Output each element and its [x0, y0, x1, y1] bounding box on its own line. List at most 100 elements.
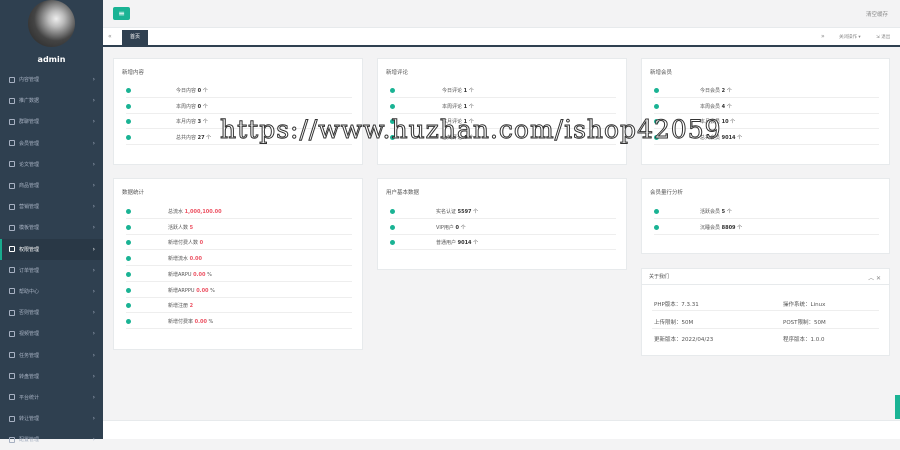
stat-row: 新增流水 0.00 — [126, 252, 352, 267]
stat-unit: 个 — [202, 88, 208, 94]
stat-label: 新增注册 — [168, 303, 189, 310]
sidebar-item[interactable]: 推广数据 › — [0, 90, 103, 111]
sidebar-item[interactable]: 群聊管理 › — [0, 111, 103, 132]
stat-unit: 个 — [737, 134, 743, 141]
sidebar-item[interactable]: 权限管理 › — [0, 238, 103, 260]
bullet-dot-icon — [126, 256, 131, 262]
about-item: 程序版本：1.0.0 — [783, 335, 825, 343]
tab-home[interactable]: 首页 — [122, 30, 148, 45]
tab-scroll-left-icon[interactable]: « — [108, 33, 112, 40]
stat-label: 普通用户 — [436, 240, 457, 246]
bullet-dot-icon — [126, 240, 131, 246]
video-icon — [9, 330, 15, 337]
stat-row: 今日内容 0 个 — [126, 84, 352, 98]
sidebar-item[interactable]: 转让管理 › — [0, 408, 103, 429]
collapse-close-icon[interactable]: ︿ ✕ — [868, 273, 881, 282]
about-value: 7.3.31 — [681, 302, 699, 308]
stat-text: 本周内容 0 个 — [176, 103, 208, 110]
gift-icon — [9, 203, 15, 210]
menu-toggle-button[interactable]: ≡ — [113, 7, 130, 20]
user-icon — [9, 140, 15, 147]
sidebar: admin 内容管理 › 推广数据 › 群聊管理 › 会员管理 › 论文管理 › 商品管理 › 营销管理… — [0, 0, 103, 443]
stat-row: VIP用户 0 个 — [390, 221, 616, 235]
sidebar-item[interactable]: 否则管理 › — [0, 302, 103, 323]
help-icon — [9, 288, 15, 295]
stat-text: 总流水 1,000,100.00 — [168, 208, 222, 215]
sidebar-item-label: 群聊管理 — [19, 119, 40, 126]
tab-scroll-right-icon[interactable]: » — [821, 33, 825, 40]
sidebar-item[interactable]: 商品管理 › — [0, 175, 103, 196]
stat-label: 新增付费人数 — [168, 240, 199, 247]
bullet-dot-icon — [126, 318, 131, 324]
stat-value: 1 — [463, 103, 468, 110]
bullet-dot-icon — [390, 88, 395, 93]
card-title: 数据统计 — [122, 190, 145, 196]
edit-icon — [9, 76, 15, 83]
about-item: 更新版本：2022/04/23 — [654, 335, 713, 343]
config-icon — [9, 436, 15, 443]
scrollbar-thumb[interactable] — [895, 395, 900, 419]
bullet-dot-icon — [390, 240, 395, 245]
stat-row: 活跃会员 5 个 — [654, 205, 879, 219]
about-label: 上传限制： — [654, 320, 682, 326]
stat-value: 10 — [721, 119, 729, 125]
settings-icon — [9, 309, 15, 316]
sidebar-item[interactable]: 平台统计 › — [0, 387, 103, 408]
chevron-right-icon: › — [92, 160, 95, 168]
card-title: 新增会员 — [650, 70, 673, 76]
stat-text: 普通用户 9014 个 — [436, 239, 478, 246]
stat-row: 本周会员 4 个 — [654, 100, 879, 114]
stat-label: 新增流水 — [168, 256, 189, 263]
stat-label: 沉睡会员 — [700, 224, 721, 231]
stat-unit: 个 — [726, 88, 732, 94]
stat-label: 新增ARPPU — [168, 287, 195, 294]
stat-value: 0 — [197, 103, 202, 110]
sidebar-item[interactable]: 内容管理 › — [0, 69, 103, 90]
new-content-card: 新增内容 今日内容 0 个本周内容 0 个本月内容 3 个总共内容 27 个 — [113, 58, 363, 165]
exit-button[interactable]: ⇲ 退出 — [876, 34, 890, 40]
sidebar-item[interactable]: 转盘管理 › — [0, 366, 103, 387]
stat-value: 0 — [197, 88, 202, 94]
stat-text: 新增付费率 0.00 % — [168, 318, 213, 325]
stat-unit: 个 — [202, 103, 208, 110]
bullet-dot-icon — [126, 271, 131, 277]
sidebar-item[interactable]: 订单管理 › — [0, 260, 103, 281]
stat-row: 实名认证 5597 个 — [390, 205, 616, 219]
sidebar-item-label: 转盘管理 — [19, 373, 40, 380]
stat-text: 活跃人数 5 — [168, 224, 193, 231]
sidebar-item[interactable]: 营销管理 › — [0, 196, 103, 217]
chevron-right-icon: › — [92, 393, 95, 401]
sidebar-item[interactable]: 任务管理 › — [0, 344, 103, 365]
stat-label: 新增付费率 — [168, 318, 194, 325]
sidebar-item[interactable]: 模板管理 › — [0, 217, 103, 238]
stat-value: 8809 — [721, 224, 736, 231]
sidebar-item[interactable]: 论文管理 › — [0, 154, 103, 175]
stat-unit: 个 — [730, 119, 736, 125]
stat-value: 2 — [189, 303, 194, 310]
avatar[interactable] — [28, 0, 75, 47]
stat-text: 新增付费人数 0 — [168, 239, 203, 246]
bullet-dot-icon — [654, 224, 659, 230]
stat-row: 新增付费率 0.00 % — [126, 315, 352, 329]
close-operations-dropdown[interactable]: 关闭操作 ▾ — [839, 34, 861, 40]
chevron-right-icon: › — [92, 351, 95, 359]
stat-value: 27 — [197, 134, 205, 141]
sidebar-item-label: 否则管理 — [19, 310, 40, 317]
tab-bar: « 首页 » 关闭操作 ▾ ⇲ 退出 — [103, 28, 900, 47]
stat-value: 5597 — [457, 209, 472, 215]
stat-row: 新增付费人数 0 — [126, 236, 352, 251]
clear-cache-link[interactable]: 清空缓存 — [866, 10, 888, 18]
stat-unit: 个 — [460, 224, 466, 231]
stat-text: 本周评论 1 个 — [442, 103, 474, 110]
stat-text: 新增ARPU 0.00 % — [168, 271, 212, 278]
chevron-right-icon: › — [92, 309, 95, 317]
stat-row: 本周评论 1 个 — [390, 100, 616, 114]
sidebar-item[interactable]: 视频管理 › — [0, 323, 103, 344]
stat-text: 新增注册 2 — [168, 302, 193, 309]
sidebar-item[interactable]: 会员管理 › — [0, 133, 103, 154]
bullet-dot-icon — [390, 224, 395, 230]
member-activity-card: 会员量行分析 活跃会员 5 个沉睡会员 8809 个 — [641, 178, 890, 254]
stat-label: 今日会员 — [700, 88, 721, 94]
sidebar-item[interactable]: 帮助中心 › — [0, 281, 103, 302]
sidebar-item[interactable]: 配置管理 › — [0, 429, 103, 450]
